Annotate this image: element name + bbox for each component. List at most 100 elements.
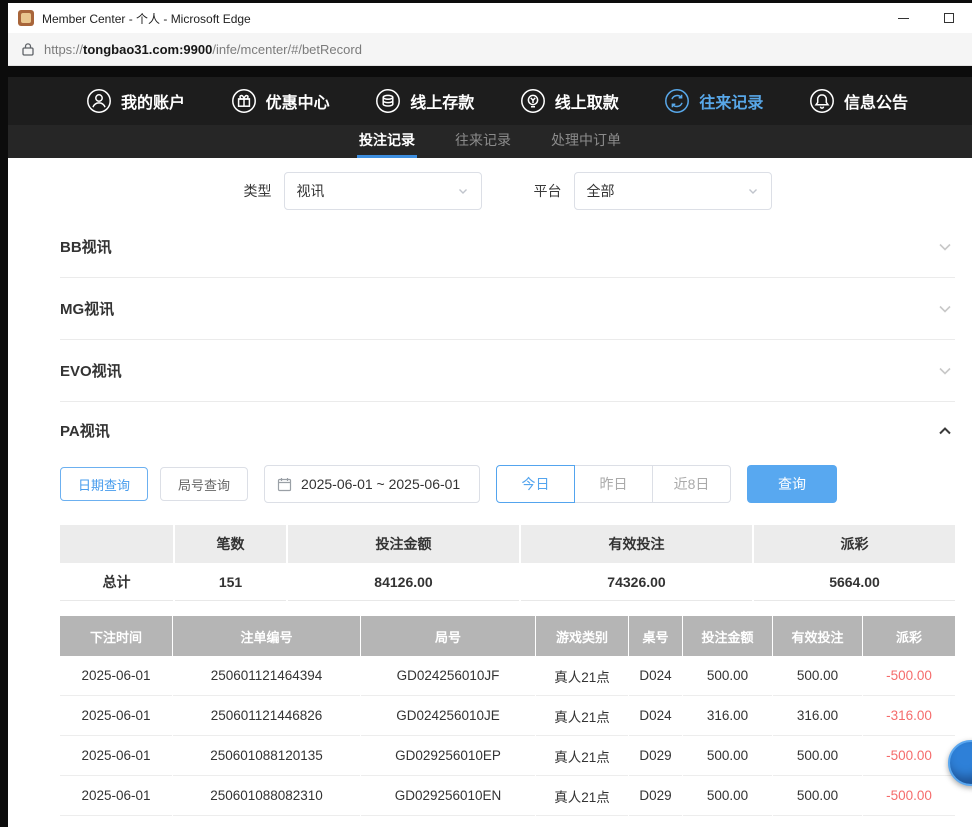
deposit-icon bbox=[375, 88, 401, 114]
chevron-down-icon bbox=[935, 361, 955, 381]
window-title: Member Center - 个人 - Microsoft Edge bbox=[42, 10, 251, 27]
summary-header-cell: 派彩 bbox=[754, 525, 955, 563]
detail-cell: 316.00 bbox=[773, 696, 862, 736]
nav-item-label: 线上取款 bbox=[555, 89, 619, 113]
minimize-icon bbox=[898, 18, 909, 19]
user-icon bbox=[86, 88, 112, 114]
detail-header-cell: 注单编号 bbox=[173, 616, 360, 656]
window-controls bbox=[880, 3, 972, 33]
last-8-days-button[interactable]: 近8日 bbox=[652, 465, 731, 503]
nav-item-transaction-records[interactable]: 往来记录 bbox=[664, 88, 763, 114]
nav-item-label: 优惠中心 bbox=[266, 89, 330, 113]
nav-item-deposit[interactable]: 线上存款 bbox=[375, 88, 474, 114]
detail-cell: GD024256010JF bbox=[361, 656, 535, 696]
main-nav: 我的账户 优惠中心 线上存款 bbox=[8, 77, 972, 125]
platform-label: 平台 bbox=[534, 181, 562, 201]
table-row: 2025-06-01 250601088082310 GD029256010EN… bbox=[60, 776, 955, 816]
detail-cell: 500.00 bbox=[683, 656, 772, 696]
detail-cell: D024 bbox=[629, 656, 682, 696]
summary-header-cell: 笔数 bbox=[175, 525, 286, 563]
section-title: PA视讯 bbox=[60, 420, 110, 441]
detail-cell: 500.00 bbox=[773, 736, 862, 776]
nav-item-label: 我的账户 bbox=[121, 89, 185, 113]
summary-cell: 84126.00 bbox=[288, 563, 519, 601]
page: 我的账户 优惠中心 线上存款 bbox=[8, 66, 972, 827]
summary-header-row: 笔数 投注金额 有效投注 派彩 bbox=[60, 525, 955, 563]
filter-row: 类型 视讯 平台 全部 bbox=[60, 172, 955, 210]
detail-cell: 316.00 bbox=[683, 696, 772, 736]
nav-item-label: 往来记录 bbox=[699, 89, 763, 113]
detail-cell: 真人21点 bbox=[536, 776, 628, 816]
detail-table: 下注时间 注单编号 局号 游戏类别 桌号 投注金额 有效投注 派彩 2025-0… bbox=[60, 616, 955, 816]
detail-cell: 2025-06-01 bbox=[60, 696, 172, 736]
url-path: /infe/mcenter/#/betRecord bbox=[212, 42, 362, 57]
nav-item-label: 线上存款 bbox=[410, 89, 474, 113]
tab-bet-record[interactable]: 投注记录 bbox=[357, 125, 417, 158]
summary-header-cell: 投注金额 bbox=[288, 525, 519, 563]
platform-select-value: 全部 bbox=[587, 181, 615, 201]
url-domain: tongbao31.com:9900 bbox=[83, 42, 212, 57]
detail-cell: 250601088120135 bbox=[173, 736, 360, 776]
summary-header-cell: 有效投注 bbox=[521, 525, 752, 563]
yesterday-button[interactable]: 昨日 bbox=[574, 465, 653, 503]
nav-item-withdraw[interactable]: 线上取款 bbox=[520, 88, 619, 114]
round-query-button[interactable]: 局号查询 bbox=[160, 467, 248, 501]
detail-cell: 2025-06-01 bbox=[60, 736, 172, 776]
detail-cell: 500.00 bbox=[773, 776, 862, 816]
detail-cell: GD029256010EN bbox=[361, 776, 535, 816]
date-range-picker[interactable]: 2025-06-01 ~ 2025-06-01 bbox=[264, 465, 480, 503]
chevron-down-icon bbox=[457, 185, 469, 197]
detail-cell: 250601121446826 bbox=[173, 696, 360, 736]
detail-cell: 2025-06-01 bbox=[60, 776, 172, 816]
browser-window: Member Center - 个人 - Microsoft Edge http… bbox=[8, 3, 972, 827]
detail-header-row: 下注时间 注单编号 局号 游戏类别 桌号 投注金额 有效投注 派彩 bbox=[60, 616, 955, 656]
type-select[interactable]: 视讯 bbox=[284, 172, 482, 210]
date-range-value: 2025-06-01 ~ 2025-06-01 bbox=[301, 476, 460, 492]
lock-icon[interactable] bbox=[22, 42, 34, 56]
tab-transaction-record[interactable]: 往来记录 bbox=[453, 125, 513, 158]
nav-item-promotions[interactable]: 优惠中心 bbox=[231, 88, 330, 114]
detail-cell-payout: -500.00 bbox=[863, 776, 955, 816]
detail-cell: 2025-06-01 bbox=[60, 656, 172, 696]
detail-cell: 真人21点 bbox=[536, 736, 628, 776]
section-pa-video[interactable]: PA视讯 bbox=[60, 402, 955, 459]
window-titlebar: Member Center - 个人 - Microsoft Edge bbox=[8, 3, 972, 33]
detail-header-cell: 局号 bbox=[361, 616, 535, 656]
detail-cell-payout: -316.00 bbox=[863, 696, 955, 736]
maximize-icon bbox=[944, 13, 954, 23]
detail-cell: 500.00 bbox=[683, 736, 772, 776]
url-text[interactable]: https://tongbao31.com:9900/infe/mcenter/… bbox=[44, 42, 362, 57]
summary-cell: 151 bbox=[175, 563, 286, 601]
detail-cell: GD024256010JE bbox=[361, 696, 535, 736]
section-evo-video[interactable]: EVO视讯 bbox=[60, 340, 955, 402]
search-button[interactable]: 查询 bbox=[747, 465, 837, 503]
tab-pending-orders[interactable]: 处理中订单 bbox=[549, 125, 623, 158]
minimize-button[interactable] bbox=[880, 3, 926, 33]
nav-item-announcements[interactable]: 信息公告 bbox=[809, 88, 908, 114]
gift-icon bbox=[231, 88, 257, 114]
sub-nav: 投注记录 往来记录 处理中订单 bbox=[8, 125, 972, 158]
detail-cell: 真人21点 bbox=[536, 656, 628, 696]
nav-item-label: 信息公告 bbox=[844, 89, 908, 113]
detail-cell: 500.00 bbox=[773, 656, 862, 696]
section-title: BB视讯 bbox=[60, 236, 112, 257]
bell-icon bbox=[809, 88, 835, 114]
section-bb-video[interactable]: BB视讯 bbox=[60, 216, 955, 278]
section-mg-video[interactable]: MG视讯 bbox=[60, 278, 955, 340]
summary-table: 笔数 投注金额 有效投注 派彩 总计 151 84126.00 74326.00… bbox=[60, 525, 955, 601]
platform-select[interactable]: 全部 bbox=[574, 172, 772, 210]
detail-cell: 真人21点 bbox=[536, 696, 628, 736]
summary-cell: 5664.00 bbox=[754, 563, 955, 601]
table-row: 2025-06-01 250601121446826 GD024256010JE… bbox=[60, 696, 955, 736]
type-select-value: 视讯 bbox=[297, 181, 325, 201]
today-button[interactable]: 今日 bbox=[496, 465, 575, 503]
detail-cell: 500.00 bbox=[683, 776, 772, 816]
favicon bbox=[18, 10, 34, 26]
summary-total-label: 总计 bbox=[60, 563, 173, 601]
maximize-button[interactable] bbox=[926, 3, 972, 33]
nav-item-my-account[interactable]: 我的账户 bbox=[86, 88, 185, 114]
query-bar: 日期查询 局号查询 2025-06-01 ~ 2025-06-01 今日 昨日 … bbox=[60, 465, 955, 503]
detail-header-cell: 投注金额 bbox=[683, 616, 772, 656]
detail-header-cell: 派彩 bbox=[863, 616, 955, 656]
date-query-button[interactable]: 日期查询 bbox=[60, 467, 148, 501]
